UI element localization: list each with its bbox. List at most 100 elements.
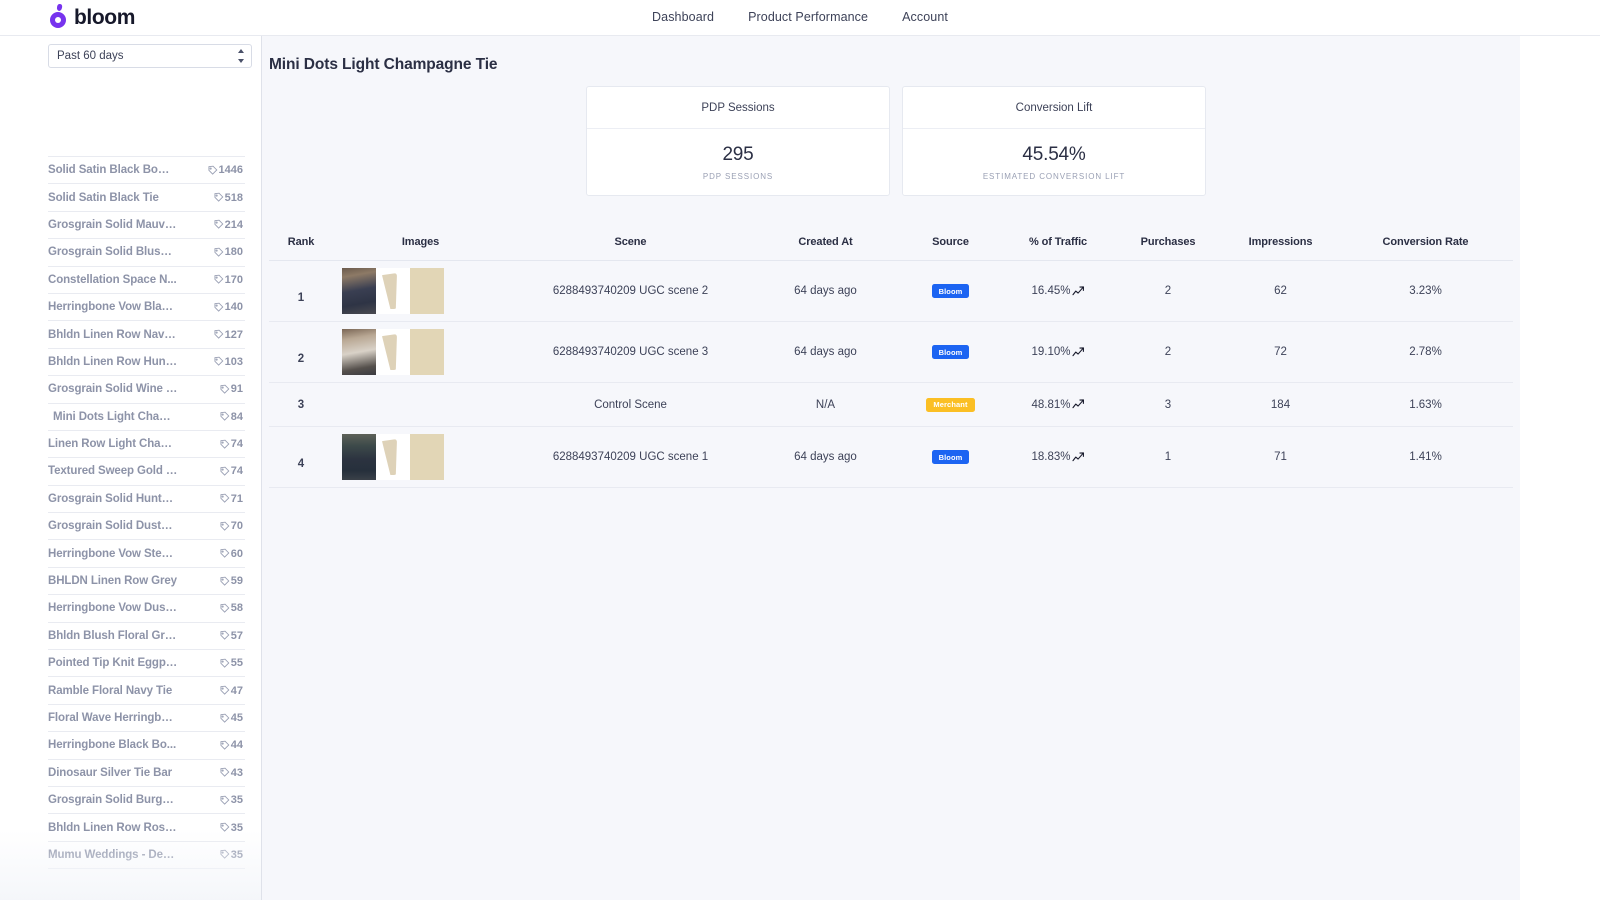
sidebar-product-item[interactable]: Ramble Floral Navy Tie47 xyxy=(48,676,245,703)
tag-icon xyxy=(219,795,230,806)
scene-thumbnail-image[interactable] xyxy=(342,268,376,314)
sidebar-product-item[interactable]: Herringbone Vow Steel...60 xyxy=(48,539,245,566)
cell-conversion-rate: 3.23% xyxy=(1338,261,1513,322)
nav-item-dashboard[interactable]: Dashboard xyxy=(652,10,714,24)
sidebar-product-count-value: 518 xyxy=(225,192,243,204)
source-badge: Bloom xyxy=(932,345,970,359)
stat-card-body: 295 PDP SESSIONS xyxy=(587,129,889,195)
tag-icon xyxy=(219,630,230,641)
sidebar-product-item[interactable]: Pointed Tip Knit Eggpl...55 xyxy=(48,649,245,676)
sidebar-product-count: 180 xyxy=(213,246,245,258)
sidebar-product-item[interactable]: Bhldn Blush Floral Gre...57 xyxy=(48,622,245,649)
sidebar-product-item[interactable]: Linen Row Light Cham...74 xyxy=(48,430,245,457)
sidebar-product-item[interactable]: Bhldn Linen Row Rose ...35 xyxy=(48,813,245,840)
scene-thumbnail-product[interactable] xyxy=(376,434,410,480)
sidebar-product-count-value: 58 xyxy=(231,602,243,614)
sidebar-product-item[interactable]: Textured Sweep Gold C...74 xyxy=(48,457,245,484)
sidebar-product-count: 43 xyxy=(219,767,245,779)
trend-up-icon xyxy=(1072,347,1085,358)
sidebar-product-item[interactable]: Grosgrain Solid Mauve ...214 xyxy=(48,211,245,238)
sidebar-product-item[interactable]: Grosgrain Solid Dusty ...70 xyxy=(48,512,245,539)
sidebar-product-name: Bhldn Blush Floral Gre... xyxy=(48,630,178,642)
main-content: Mini Dots Light Champagne Tie PDP Sessio… xyxy=(262,36,1520,900)
traffic-value-wrap: 19.10% xyxy=(1003,346,1113,358)
tag-icon xyxy=(219,740,230,751)
tag-icon xyxy=(213,192,224,203)
cell-conversion-rate: 2.78% xyxy=(1338,322,1513,383)
sidebar-product-name: Solid Satin Black Tie xyxy=(48,192,159,204)
scene-thumbnail-product[interactable] xyxy=(376,268,410,314)
sidebar-product-item[interactable]: Mumu Weddings - Des...35 xyxy=(48,841,245,868)
sidebar-product-item[interactable]: Grosgrain Solid Hunter...71 xyxy=(48,485,245,512)
sidebar-product-count-value: 180 xyxy=(225,246,243,258)
scene-thumbnails[interactable] xyxy=(333,268,508,314)
sidebar-product-item[interactable]: Bhldn Linen Row Hunt...103 xyxy=(48,348,245,375)
traffic-value: 16.45% xyxy=(1031,285,1070,297)
stat-label: PDP SESSIONS xyxy=(703,172,773,181)
sidebar-product-item[interactable]: Solid Satin Black Tie 518 xyxy=(48,183,245,210)
sidebar-product-item[interactable]: Herringbone Vow Dust...58 xyxy=(48,594,245,621)
sidebar-product-count-value: 71 xyxy=(231,493,243,505)
table-column-header: Source xyxy=(898,226,1003,261)
scene-thumbnail-swatch[interactable] xyxy=(410,268,444,314)
table-column-header: Impressions xyxy=(1223,226,1338,261)
sidebar-product-item[interactable]: Constellation Space N...170 xyxy=(48,266,245,293)
sidebar-product-count-value: 127 xyxy=(225,329,243,341)
sidebar-product-count-value: 103 xyxy=(225,356,243,368)
sidebar-product-count: 58 xyxy=(219,602,245,614)
scene-thumbnail-product[interactable] xyxy=(376,329,410,375)
cell-rank: 4 xyxy=(269,427,333,488)
sidebar-product-item[interactable]: Floral Wave Herringbon...45 xyxy=(48,704,245,731)
sidebar-product-item[interactable]: Grosgrain Solid Burgun...35 xyxy=(48,786,245,813)
table-column-header: Purchases xyxy=(1113,226,1223,261)
sidebar-product-item[interactable]: Grosgrain Solid Wine Tie91 xyxy=(48,375,245,402)
product-list[interactable]: Solid Satin Black Bow T...1446Solid Sati… xyxy=(0,156,261,900)
cell-impressions: 62 xyxy=(1223,261,1338,322)
stat-cards: PDP Sessions 295 PDP SESSIONS Conversion… xyxy=(586,86,1206,196)
sidebar-product-item[interactable]: BHLDN Linen Row Grey59 xyxy=(48,567,245,594)
table-row[interactable]: 16288493740209 UGC scene 264 days agoBlo… xyxy=(269,261,1513,322)
sidebar-product-count-value: 35 xyxy=(231,794,243,806)
table-row[interactable]: 26288493740209 UGC scene 364 days agoBlo… xyxy=(269,322,1513,383)
sidebar-product-item[interactable]: Bhldn Linen Row Navy ...127 xyxy=(48,320,245,347)
source-badge: Bloom xyxy=(932,450,970,464)
scene-thumbnail-image[interactable] xyxy=(342,329,376,375)
sidebar-product-count-value: 74 xyxy=(231,438,243,450)
table-row[interactable]: 46288493740209 UGC scene 164 days agoBlo… xyxy=(269,427,1513,488)
sidebar-product-item[interactable]: Mini Dots Light Champ...84 xyxy=(48,403,245,430)
sidebar-product-count: 70 xyxy=(219,520,245,532)
scene-thumbnail-swatch[interactable] xyxy=(410,434,444,480)
stat-card-conversion-lift: Conversion Lift 45.54% ESTIMATED CONVERS… xyxy=(902,86,1206,196)
nav-item-product-performance[interactable]: Product Performance xyxy=(748,10,868,24)
sidebar-product-count: 59 xyxy=(219,575,245,587)
cell-images xyxy=(333,322,508,383)
sidebar-product-item[interactable]: Grosgrain Solid Blush ...180 xyxy=(48,238,245,265)
sidebar-product-item[interactable]: Dinosaur Silver Tie Bar43 xyxy=(48,759,245,786)
date-range-filter[interactable]: Past 60 days xyxy=(48,44,252,68)
sidebar-product-name: Constellation Space N... xyxy=(48,274,177,286)
sidebar-product-item[interactable]: Herringbone Black Bo...44 xyxy=(48,731,245,758)
sidebar-product-count-value: 214 xyxy=(225,219,243,231)
scene-thumbnail-swatch[interactable] xyxy=(410,329,444,375)
sidebar-product-count: 47 xyxy=(219,685,245,697)
sidebar-product-item[interactable]: Solid Satin Black Bow T...1446 xyxy=(48,156,245,183)
scene-thumbnails[interactable] xyxy=(333,434,508,480)
table-row[interactable]: 3Control SceneN/AMerchant48.81%31841.63% xyxy=(269,383,1513,427)
sidebar-product-item[interactable] xyxy=(48,868,245,895)
scene-thumbnail-image[interactable] xyxy=(342,434,376,480)
table-column-header: Rank xyxy=(269,226,333,261)
cell-scene: 6288493740209 UGC scene 2 xyxy=(508,261,753,322)
table-column-header: Scene xyxy=(508,226,753,261)
sidebar-product-count-value: 60 xyxy=(231,548,243,560)
cell-created-at: 64 days ago xyxy=(753,427,898,488)
traffic-value-wrap: 48.81% xyxy=(1003,399,1113,411)
nav-item-account[interactable]: Account xyxy=(902,10,948,24)
scene-thumbnails[interactable] xyxy=(333,329,508,375)
scenes-table-wrap: RankImagesSceneCreated AtSource% of Traf… xyxy=(269,226,1513,488)
cell-images xyxy=(333,261,508,322)
cell-traffic: 19.10% xyxy=(1003,322,1113,383)
date-range-select[interactable]: Past 60 days xyxy=(48,44,252,68)
cell-scene: 6288493740209 UGC scene 3 xyxy=(508,322,753,383)
sidebar-product-item[interactable]: Herringbone Vow Black...140 xyxy=(48,293,245,320)
sidebar-product-count-value: 35 xyxy=(231,849,243,861)
